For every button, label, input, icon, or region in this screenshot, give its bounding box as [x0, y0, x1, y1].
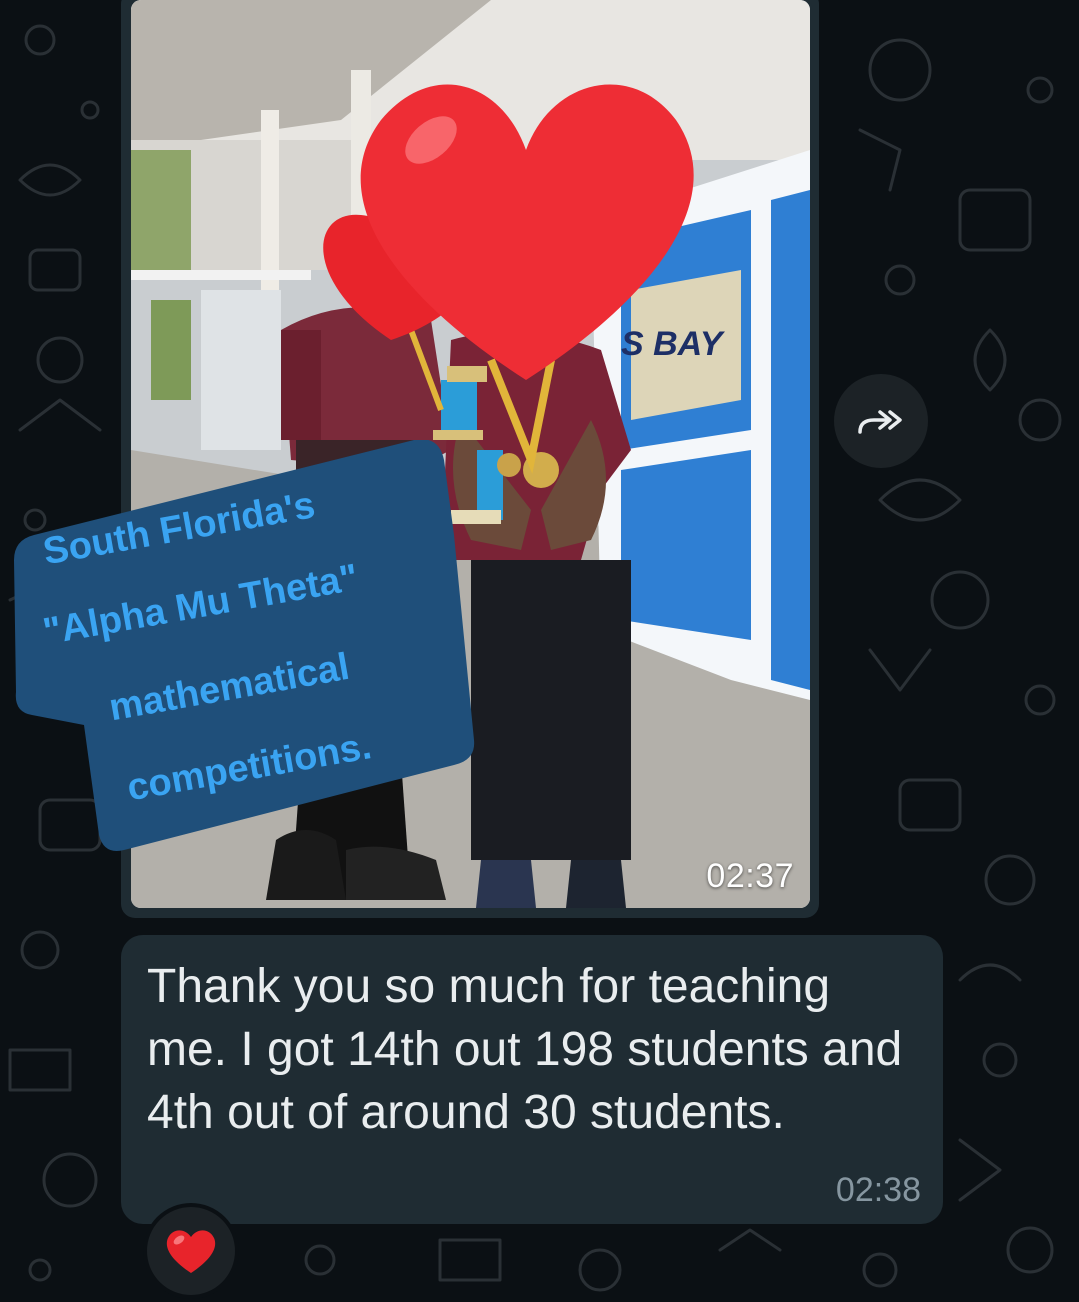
text-message-bubble[interactable]: Thank you so much for teaching me. I got… — [121, 935, 943, 1224]
message-photo[interactable]: S BAY 02:37 — [131, 0, 810, 908]
photo-scene: S BAY — [131, 0, 810, 908]
reaction-badge[interactable] — [143, 1203, 239, 1299]
message-text: Thank you so much for teaching me. I got… — [147, 960, 903, 1139]
forward-double-arrow-icon — [858, 410, 902, 434]
text-message-time: 02:38 — [835, 1171, 921, 1209]
red-heart-icon — [166, 1230, 216, 1273]
image-message-time: 02:37 — [706, 857, 794, 895]
sign-text: S BAY — [621, 325, 726, 363]
forward-button[interactable] — [834, 374, 928, 468]
